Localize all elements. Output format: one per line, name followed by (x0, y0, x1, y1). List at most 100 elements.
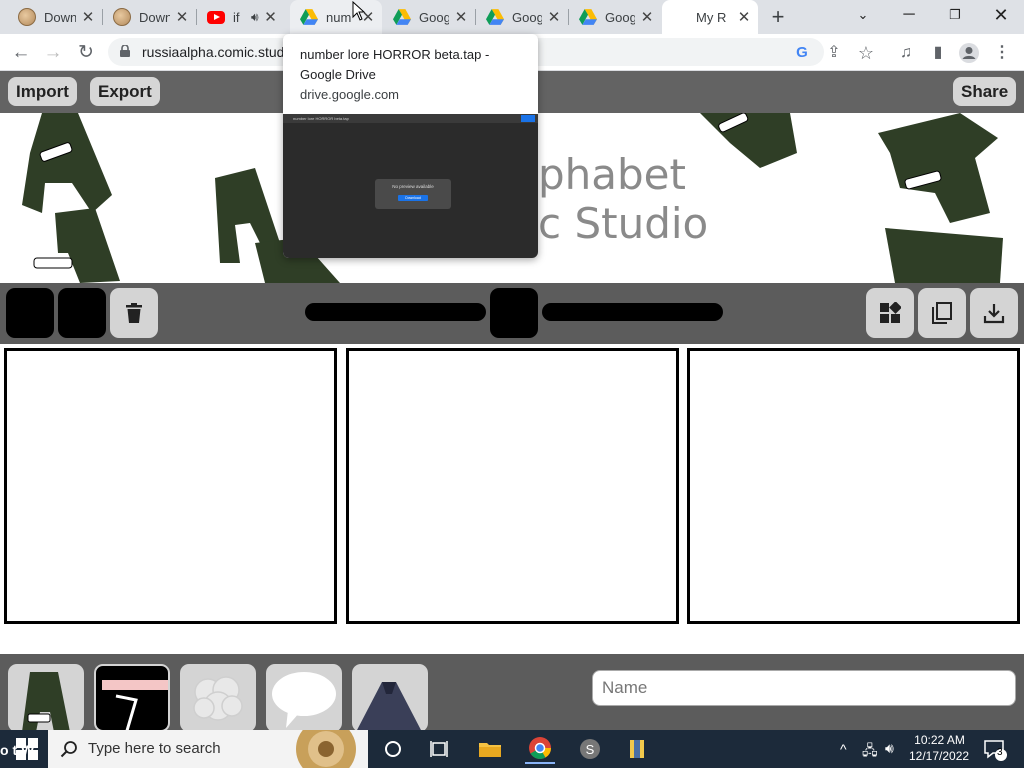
notification-count: 3 (997, 747, 1003, 758)
media-controls-icon[interactable]: ♫ (895, 42, 917, 64)
svg-text:S: S (586, 742, 595, 757)
windows-logo-icon (16, 738, 38, 760)
clock-date[interactable]: 12/17/2022 (909, 749, 969, 763)
tab-search-icon[interactable]: ⌄ (840, 0, 886, 30)
tab-drive-number-lore[interactable]: num ✕ (290, 0, 382, 34)
tab-drive-1[interactable]: Goog ✕ (383, 0, 475, 34)
banner-title-line1: phabet (538, 150, 686, 199)
notification-center-button[interactable]: 3 (980, 734, 1010, 764)
app-s-taskbar-button[interactable]: S (575, 734, 605, 764)
google-lens-icon[interactable]: G (791, 42, 813, 64)
minimize-icon[interactable]: ─ (886, 0, 932, 30)
asset-volcano[interactable] (352, 664, 428, 730)
tab-my-comic[interactable]: My R ✕ (662, 0, 758, 34)
youtube-favicon-icon (207, 10, 225, 24)
close-tab-icon[interactable]: ✕ (736, 8, 752, 26)
back-arrow-icon[interactable]: ← (8, 40, 34, 66)
hover-card-title: number lore HORROR beta.tap - Google Dri… (300, 47, 490, 82)
preview-blue-button (521, 115, 535, 122)
grid-layout-icon (880, 302, 901, 323)
asset-speech-bubble[interactable] (266, 664, 342, 730)
cortana-button[interactable] (378, 734, 408, 764)
reload-icon[interactable]: ↻ (73, 40, 99, 66)
files-app-taskbar-button[interactable] (622, 734, 652, 764)
archive-icon (630, 740, 644, 758)
sunglasses-character-icon (102, 680, 168, 730)
asset-tray (0, 654, 1024, 730)
chrome-icon (529, 737, 551, 759)
windows-start-button[interactable] (12, 734, 42, 764)
side-panel-icon[interactable]: ▮ (927, 42, 949, 64)
name-input[interactable] (592, 670, 1016, 706)
speech-bubble-icon (272, 672, 336, 728)
bookmark-star-icon[interactable]: ☆ (855, 42, 877, 64)
forward-arrow-icon[interactable]: → (40, 40, 66, 66)
export-button[interactable]: Export (90, 77, 160, 106)
profile-avatar-icon[interactable] (958, 42, 980, 64)
banner-title-line2: c Studio (538, 199, 709, 248)
layout-button[interactable] (866, 288, 914, 338)
network-icon[interactable]: 🖧︎ (862, 740, 878, 764)
close-tab-icon[interactable]: ✕ (639, 8, 655, 26)
duplicate-button[interactable] (918, 288, 966, 338)
tab-download-1[interactable]: Down ✕ (0, 0, 102, 34)
close-tab-icon[interactable]: ✕ (80, 8, 96, 26)
close-tab-icon[interactable]: ✕ (174, 8, 190, 26)
asset-sunglasses[interactable] (94, 664, 170, 730)
import-button[interactable]: Import (8, 77, 77, 106)
slider-track-left[interactable] (305, 303, 486, 321)
color-swatch-2[interactable] (58, 288, 106, 338)
google-drive-icon (579, 9, 597, 25)
color-swatch-1[interactable] (6, 288, 54, 338)
tab-strip: Down ✕ Down ✕ if 🔊︎ ✕ num ✕ Goog ✕ Goog … (0, 0, 1024, 34)
search-placeholder: Type here to search (88, 740, 221, 757)
task-view-icon (430, 741, 448, 757)
chrome-taskbar-button[interactable] (525, 734, 555, 764)
volume-icon[interactable]: 🔊︎ (885, 740, 894, 757)
asset-thought-bubble[interactable] (180, 664, 256, 730)
download-button[interactable] (970, 288, 1018, 338)
file-explorer-button[interactable] (475, 734, 505, 764)
restore-icon[interactable]: ❐ (932, 0, 978, 30)
speaker-icon[interactable]: 🔊︎ (251, 10, 259, 25)
show-hidden-icons-icon[interactable]: ^ (840, 741, 847, 757)
slider-track-right[interactable] (542, 303, 723, 321)
mouse-cursor-icon (352, 1, 366, 21)
center-color-swatch[interactable] (490, 288, 538, 338)
comic-panel-1[interactable] (4, 348, 337, 624)
task-view-button[interactable] (425, 734, 455, 764)
clock-time[interactable]: 10:22 AM (912, 733, 967, 747)
cookie-favicon-icon (113, 8, 131, 26)
kebab-menu-icon[interactable]: ⋮ (991, 42, 1013, 64)
tab-drive-3[interactable]: Goog ✕ (569, 0, 661, 34)
editor-toolbar (0, 283, 1024, 344)
preview-header: number lore HORROR beta.tap (283, 114, 538, 123)
preview-dialog: No preview available Download (375, 179, 451, 209)
hover-card-preview: number lore HORROR beta.tap No preview a… (283, 114, 538, 258)
lock-icon[interactable] (120, 45, 130, 57)
tab-hover-card: number lore HORROR beta.tap - Google Dri… (283, 34, 538, 258)
share-button[interactable]: Share (953, 77, 1017, 106)
notification-icon (984, 740, 1007, 761)
tab-drive-2[interactable]: Goog ✕ (476, 0, 568, 34)
close-tab-icon[interactable]: ✕ (263, 8, 279, 26)
thought-bubble-icon (193, 676, 243, 721)
trash-icon (126, 303, 142, 323)
google-drive-icon (393, 9, 411, 25)
tab-youtube[interactable]: if 🔊︎ ✕ (197, 0, 289, 34)
volcano-icon (357, 682, 421, 730)
url-text[interactable]: russiaalpha.comic.studi (142, 44, 288, 60)
share-page-icon[interactable]: ⇪ (823, 42, 845, 64)
comic-panel-2[interactable] (346, 348, 679, 624)
asset-letter-a[interactable] (8, 664, 84, 730)
delete-button[interactable] (110, 288, 158, 338)
comic-panel-3[interactable] (687, 348, 1020, 624)
close-tab-icon[interactable]: ✕ (546, 8, 562, 26)
close-window-icon[interactable]: ✕ (978, 0, 1024, 30)
taskbar-search-box[interactable]: Type here to search (48, 730, 368, 768)
hover-card-domain: drive.google.com (300, 87, 399, 102)
search-highlight-image-icon (296, 730, 356, 768)
close-tab-icon[interactable]: ✕ (453, 8, 469, 26)
tab-download-2[interactable]: Down ✕ (103, 0, 196, 34)
new-tab-button[interactable]: + (766, 4, 790, 30)
